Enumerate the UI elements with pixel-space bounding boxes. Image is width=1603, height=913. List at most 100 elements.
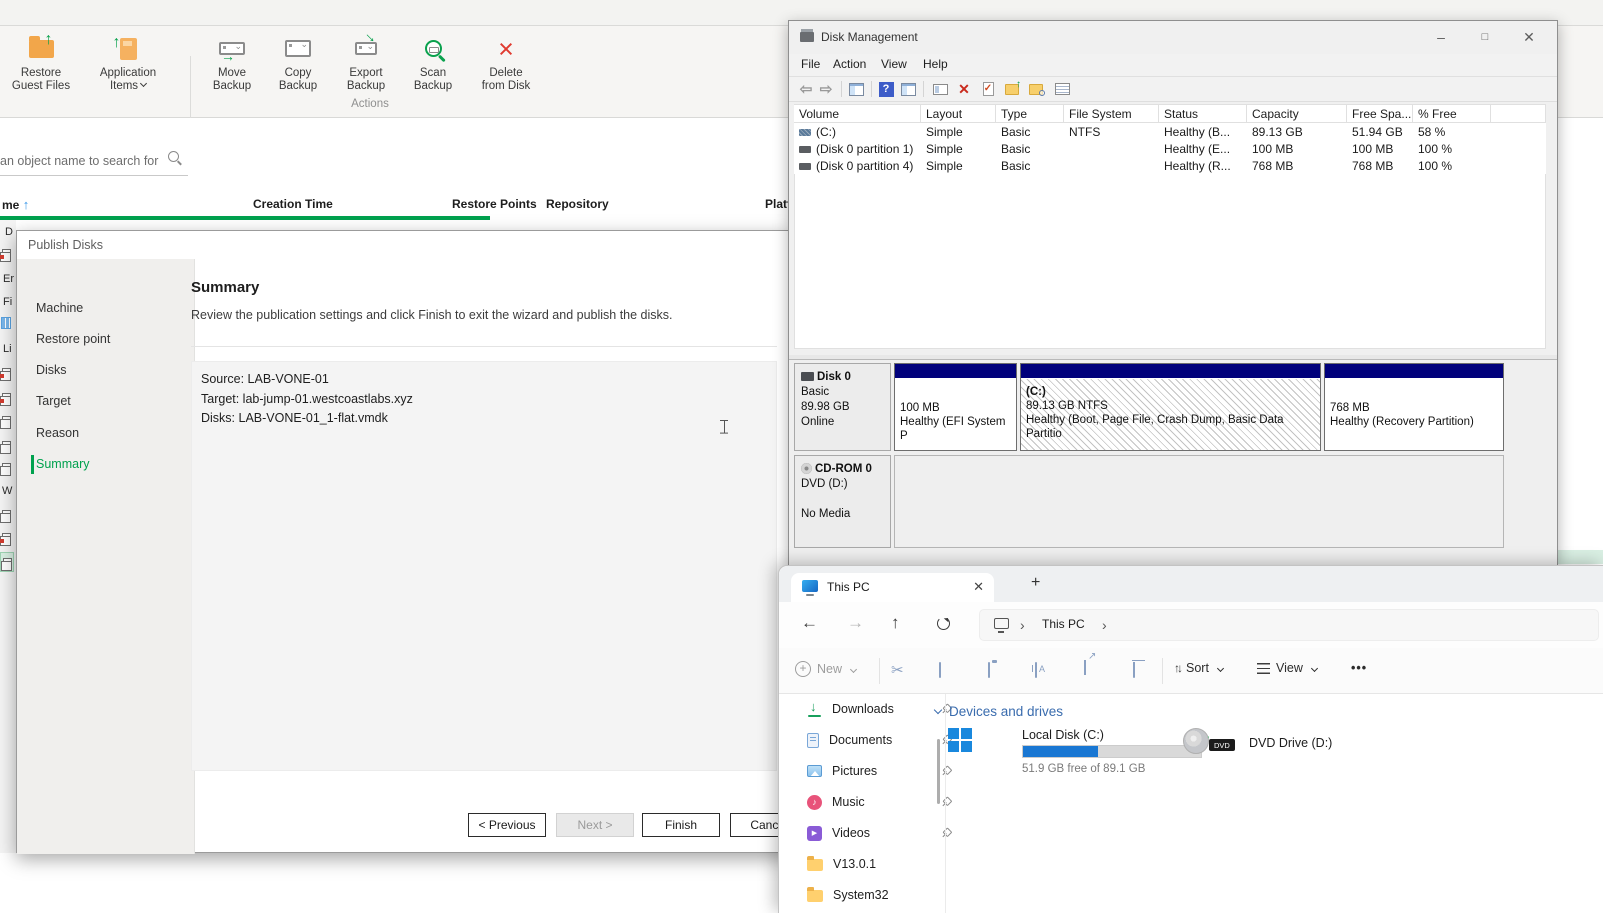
step-disks[interactable]: Disks bbox=[17, 355, 195, 386]
new-tab-button[interactable]: + bbox=[1031, 574, 1040, 592]
volume-row[interactable]: (Disk 0 partition 1) Simple Basic Health… bbox=[794, 140, 1546, 157]
disk0-label-cell[interactable]: Disk 0 Basic 89.98 GB Online bbox=[794, 363, 891, 451]
menu-file[interactable]: File bbox=[801, 57, 820, 71]
menu-view[interactable]: View bbox=[881, 57, 907, 71]
tree-item-label[interactable]: Er bbox=[3, 273, 14, 285]
col-status[interactable]: Status bbox=[1159, 104, 1247, 123]
tab-this-pc[interactable]: This PC ✕ bbox=[791, 573, 994, 602]
window-titlebar[interactable]: Disk Management – □ ✕ bbox=[789, 21, 1557, 54]
column-restore-points[interactable]: Restore Points bbox=[452, 197, 537, 211]
view-button[interactable]: View bbox=[1257, 661, 1317, 675]
step-reason[interactable]: Reason bbox=[17, 418, 195, 449]
sort-button[interactable]: ↑↓ Sort bbox=[1174, 661, 1223, 675]
tree-item-label[interactable]: Li bbox=[3, 343, 12, 355]
application-items-button[interactable]: ↑ Application Items bbox=[92, 32, 164, 93]
see-more-button[interactable]: ••• bbox=[1351, 661, 1367, 675]
sidebar-item-documents[interactable]: Documents bbox=[807, 725, 937, 755]
column-repository[interactable]: Repository bbox=[546, 197, 609, 211]
sidebar-item-pictures[interactable]: Pictures bbox=[807, 756, 937, 786]
breadcrumb[interactable]: This PC bbox=[1042, 617, 1085, 631]
folder-up-icon[interactable]: ↑ bbox=[1003, 81, 1021, 97]
export-backup-button[interactable]: → Export Backup bbox=[330, 32, 402, 93]
breadcrumb-chevron-icon: › bbox=[1102, 617, 1107, 633]
refresh-button[interactable] bbox=[937, 617, 950, 630]
step-summary[interactable]: Summary bbox=[17, 449, 195, 480]
move-backup-button[interactable]: → Move Backup bbox=[196, 32, 268, 93]
partition-c-selected[interactable]: (C:) 89.13 GB NTFS Healthy (Boot, Page F… bbox=[1020, 363, 1321, 451]
step-machine[interactable]: Machine bbox=[17, 293, 195, 324]
col-layout[interactable]: Layout bbox=[921, 104, 996, 123]
button-label: Export bbox=[330, 67, 402, 80]
share-icon[interactable] bbox=[1084, 660, 1086, 675]
properties-check-icon[interactable]: ✓ bbox=[979, 81, 997, 97]
minimize-button[interactable]: – bbox=[1421, 21, 1461, 53]
search-input[interactable]: an object name to search for bbox=[0, 146, 188, 176]
tab-close-icon[interactable]: ✕ bbox=[973, 579, 984, 595]
col-file-system[interactable]: File System bbox=[1064, 104, 1159, 123]
console-tree-icon[interactable] bbox=[847, 81, 865, 97]
page-title: Summary bbox=[191, 279, 259, 296]
sidebar-item-music[interactable]: ♪Music bbox=[807, 787, 937, 817]
tree-item-label[interactable]: D bbox=[5, 226, 13, 238]
volume-row[interactable]: (C:) Simple Basic NTFS Healthy (B... 89.… bbox=[794, 123, 1546, 140]
volume-row[interactable]: (Disk 0 partition 4) Simple Basic Health… bbox=[794, 157, 1546, 174]
restore-guest-files-button[interactable]: ↑ Restore Guest Files bbox=[5, 32, 77, 93]
delete-icon[interactable] bbox=[1133, 662, 1135, 678]
sidebar-item-videos[interactable]: ▶Videos bbox=[807, 818, 937, 848]
paste-icon[interactable] bbox=[988, 662, 990, 678]
column-name[interactable]: me ↑ bbox=[2, 197, 29, 212]
cut-icon[interactable]: ✂ bbox=[891, 663, 904, 678]
partition-recovery[interactable]: 768 MB Healthy (Recovery Partition) bbox=[1324, 363, 1504, 451]
step-target[interactable]: Target bbox=[17, 386, 195, 417]
tree-item-label[interactable]: Fi bbox=[3, 296, 12, 308]
delete-from-disk-button[interactable]: × Delete from Disk bbox=[470, 32, 542, 93]
button-label: Items bbox=[92, 80, 164, 93]
col-free-space[interactable]: Free Spa... bbox=[1347, 104, 1413, 123]
maximize-button[interactable]: □ bbox=[1465, 21, 1505, 53]
new-button[interactable]: New bbox=[795, 661, 856, 677]
back-button[interactable]: ← bbox=[801, 613, 818, 633]
cdrom-empty-region[interactable] bbox=[894, 455, 1504, 548]
videos-icon: ▶ bbox=[807, 826, 822, 841]
sidebar-scrollbar[interactable] bbox=[937, 739, 940, 804]
partition-efi[interactable]: 100 MB Healthy (EFI System P bbox=[894, 363, 1017, 451]
tree-item-label[interactable]: W bbox=[2, 485, 12, 497]
sidebar-item-folder[interactable]: System32 bbox=[807, 880, 937, 910]
column-creation-time[interactable]: Creation Time bbox=[253, 197, 333, 211]
col-volume[interactable]: Volume bbox=[794, 104, 921, 123]
help-icon[interactable]: ? bbox=[877, 81, 895, 97]
menu-help[interactable]: Help bbox=[923, 57, 948, 71]
nav-back-icon[interactable]: ⇦ bbox=[797, 81, 815, 97]
address-bar[interactable]: › This PC › bbox=[979, 609, 1599, 641]
col-capacity[interactable]: Capacity bbox=[1247, 104, 1347, 123]
pin-icon bbox=[939, 764, 953, 778]
finish-button[interactable]: Finish bbox=[642, 813, 720, 837]
forward-button[interactable]: → bbox=[847, 613, 864, 633]
col-pct-free[interactable]: % Free bbox=[1413, 104, 1491, 123]
task-list-icon[interactable] bbox=[1053, 81, 1071, 97]
folder-search-icon[interactable] bbox=[1027, 81, 1045, 97]
copy-backup-button[interactable]: Copy Backup bbox=[262, 32, 334, 93]
group-header-devices-drives[interactable]: Devices and drives bbox=[935, 704, 1063, 719]
tree-node-icon bbox=[2, 463, 11, 471]
copy-icon[interactable] bbox=[939, 662, 941, 678]
folder-icon bbox=[807, 890, 823, 902]
col-type[interactable]: Type bbox=[996, 104, 1064, 123]
up-button[interactable]: ↑ bbox=[891, 613, 900, 633]
cdrom-label-cell[interactable]: CD-ROM 0 DVD (D:) No Media bbox=[794, 455, 891, 548]
partition-color-bar bbox=[895, 364, 1016, 379]
nav-forward-icon[interactable]: ⇨ bbox=[817, 81, 835, 97]
previous-button[interactable]: < Previous bbox=[468, 813, 546, 837]
inspect-icon[interactable] bbox=[931, 81, 949, 97]
close-button[interactable]: ✕ bbox=[1509, 21, 1549, 53]
step-restore-point[interactable]: Restore point bbox=[17, 324, 195, 355]
scan-backup-button[interactable]: Scan Backup bbox=[397, 32, 469, 93]
action-pane-icon[interactable] bbox=[899, 81, 917, 97]
next-button[interactable]: Next > bbox=[556, 813, 634, 837]
menu-action[interactable]: Action bbox=[833, 57, 866, 71]
sidebar-item-downloads[interactable]: Downloads bbox=[807, 694, 937, 724]
sidebar-item-folder[interactable]: V13.0.1 bbox=[807, 849, 937, 879]
rename-icon[interactable] bbox=[1035, 662, 1037, 678]
dialog-titlebar[interactable]: Publish Disks bbox=[17, 231, 791, 259]
delete-volume-icon[interactable]: ✕ bbox=[955, 81, 973, 97]
